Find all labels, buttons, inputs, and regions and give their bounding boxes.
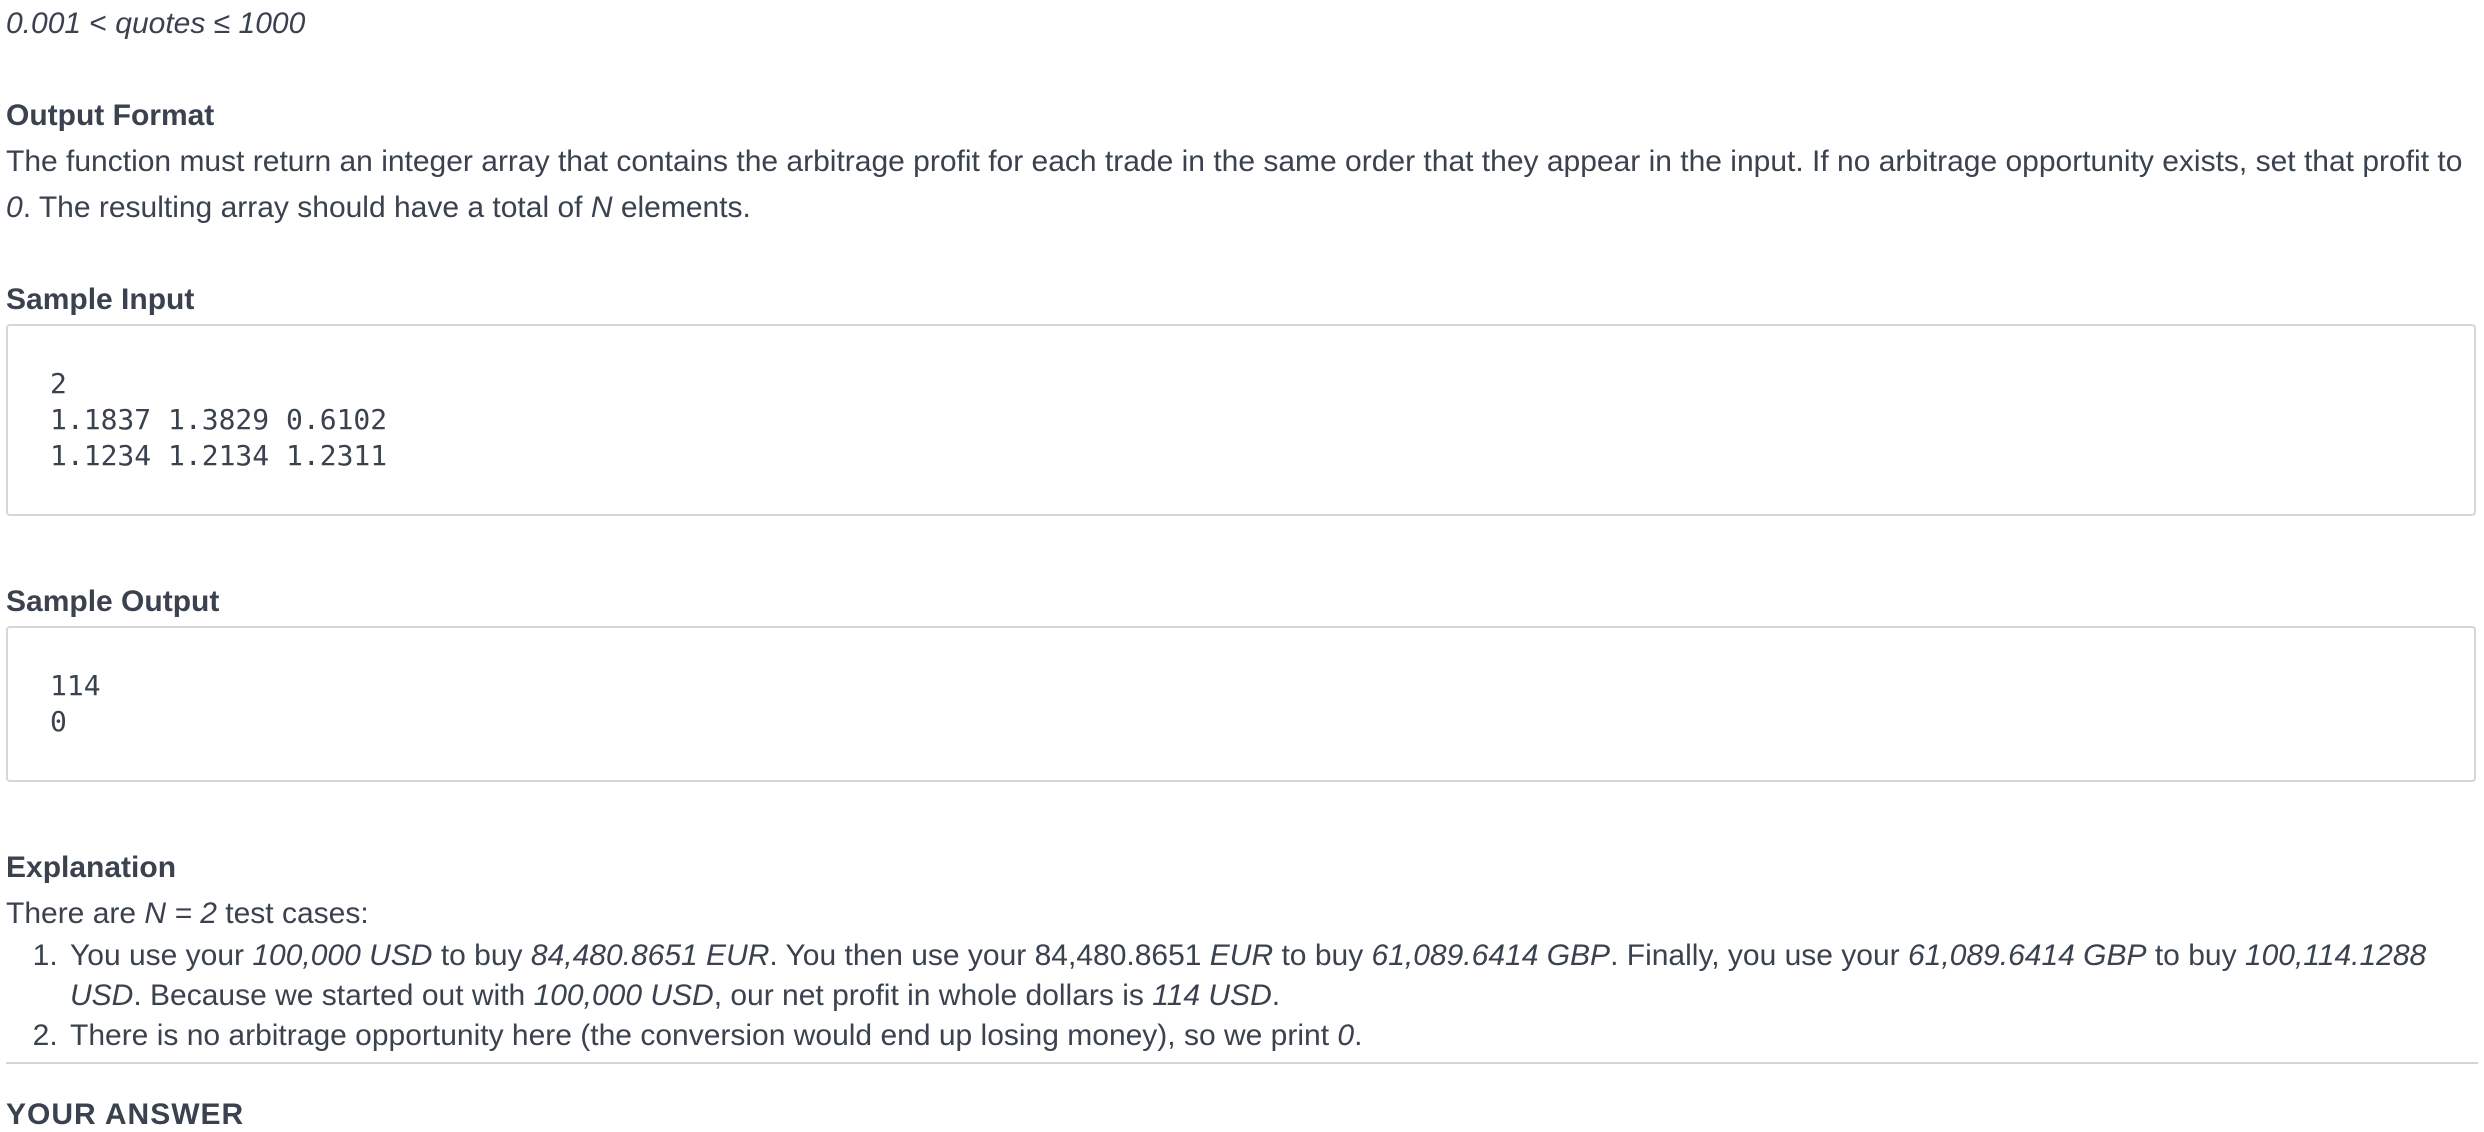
code-line: 1.1234 1.2134 1.2311: [50, 439, 388, 472]
explanation-list: You use your 100,000 USD to buy 84,480.8…: [6, 936, 2484, 1056]
list-item: There is no arbitrage opportunity here (…: [66, 1016, 2484, 1056]
section-divider: [6, 1062, 2478, 1064]
sample-output-box: 114 0: [6, 626, 2476, 782]
list-item: You use your 100,000 USD to buy 84,480.8…: [66, 936, 2484, 1016]
sample-output-code: 114 0: [50, 668, 101, 740]
code-line: 2: [50, 367, 67, 400]
sample-input-heading: Sample Input: [6, 283, 195, 316]
output-format-heading: Output Format: [6, 99, 215, 132]
your-answer-heading: YOUR ANSWER: [6, 1098, 245, 1131]
explanation-intro: There are N = 2 test cases:: [6, 897, 369, 930]
constraint-min: 0.001: [6, 7, 82, 40]
sample-input-code: 2 1.1837 1.3829 0.6102 1.1234 1.2134 1.2…: [50, 366, 387, 474]
constraint-op-le: ≤: [213, 7, 231, 40]
sample-input-box: 2 1.1837 1.3829 0.6102 1.1234 1.2134 1.2…: [6, 324, 2476, 516]
sample-output-heading: Sample Output: [6, 585, 220, 618]
constraint-op-lt: <: [89, 7, 107, 40]
code-line: 1.1837 1.3829 0.6102: [50, 403, 388, 436]
output-format-text: The function must return an integer arra…: [6, 145, 2463, 224]
constraint-variable: quotes: [115, 7, 206, 40]
explanation-heading: Explanation: [6, 851, 177, 884]
code-line: 114: [50, 669, 101, 702]
constraint-quotes: 0.001 < quotes ≤ 1000: [6, 4, 305, 44]
constraint-max: 1000: [238, 7, 306, 40]
code-line: 0: [50, 705, 67, 738]
